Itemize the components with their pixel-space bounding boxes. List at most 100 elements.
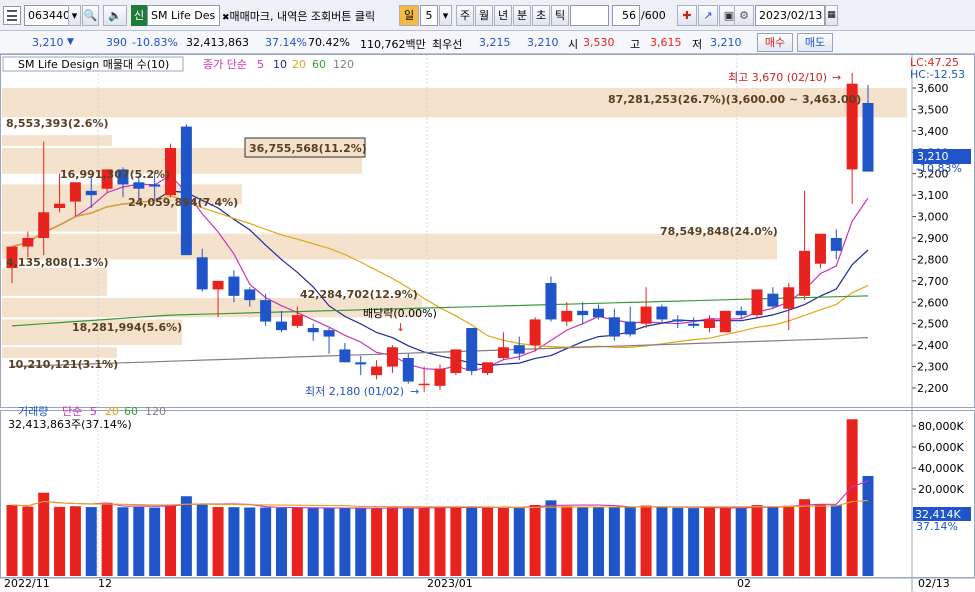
- blank-field[interactable]: [570, 5, 609, 26]
- volume-bar: [323, 508, 335, 576]
- hc-label: HC:-12.53: [910, 68, 965, 81]
- quote-ratio: 70.42%: [308, 36, 350, 49]
- sell-button[interactable]: 매도: [797, 33, 833, 52]
- settings-gear-icon[interactable]: ⚙: [734, 5, 754, 26]
- search-icon[interactable]: 🔍: [82, 5, 99, 26]
- speaker-icon[interactable]: 🔈: [103, 5, 127, 26]
- volume-bar: [402, 507, 414, 576]
- candle-body: [593, 308, 605, 318]
- volume-tick-label: 60,000K: [918, 441, 964, 454]
- volume-bar: [22, 506, 34, 576]
- open-price: 3,530: [583, 36, 615, 49]
- volume-bar: [814, 504, 826, 576]
- toolbar: 063440 ▾ 🔍 🔈 신 SM Life Des ✖매매마크, 내역은 조회…: [0, 0, 975, 31]
- count-input[interactable]: 56: [612, 5, 640, 26]
- price-tick-label: 3,600: [917, 82, 949, 95]
- volume-bar: [180, 496, 192, 576]
- price-tick-label: 2,400: [917, 339, 949, 352]
- ma-period-label: 10: [273, 58, 287, 71]
- volume-bar: [846, 419, 858, 576]
- quote-amount: 110,762백만: [360, 38, 426, 51]
- candle-body: [402, 358, 414, 382]
- volume-title: 거래량: [18, 405, 48, 418]
- calendar-icon[interactable]: ▦: [825, 5, 838, 26]
- volume-bar: [38, 492, 50, 576]
- profile-bar: [2, 347, 117, 358]
- volume-bar: [101, 502, 113, 576]
- volume-bars: [6, 419, 874, 576]
- trade-notice-text: 매매마크, 내역은 조회버튼 클릭: [229, 10, 376, 23]
- candle-body: [212, 280, 224, 290]
- x-axis-label: 02: [737, 577, 751, 590]
- candle-body: [38, 212, 50, 238]
- stock-name-field[interactable]: SM Life Des: [147, 5, 220, 26]
- down-arrow-icon: ▼: [67, 37, 74, 47]
- volume-ma-title: 단순: [62, 405, 82, 418]
- period-minute-button[interactable]: 분: [513, 5, 531, 26]
- trade-notice: ✖매매마크, 내역은 조회버튼 클릭: [222, 8, 375, 24]
- period-second-button[interactable]: 초: [532, 5, 550, 26]
- high-note: 최고 3,670 (02/10): [728, 71, 827, 84]
- current-volume-pct: 37.14%: [916, 520, 958, 533]
- low-arrow-icon: →: [410, 385, 419, 398]
- low-note: 최저 2,180 (01/02): [305, 385, 404, 398]
- volume-tick-label: 80,000K: [918, 420, 964, 433]
- candle-body: [703, 319, 715, 328]
- volume-bar: [339, 508, 351, 576]
- x-axis-label: 02/13: [918, 577, 950, 590]
- date-input[interactable]: 2023/02/13: [755, 5, 825, 26]
- code-dropdown-button[interactable]: ▾: [68, 5, 81, 26]
- period-week-button[interactable]: 주: [456, 5, 474, 26]
- volume-bar: [862, 475, 874, 576]
- volume-bar: [593, 507, 605, 576]
- candle-body: [783, 287, 795, 309]
- volume-bar: [767, 507, 779, 576]
- trend-tool-icon[interactable]: ↗: [698, 5, 718, 26]
- period-value-input[interactable]: 5: [420, 5, 438, 26]
- candle-body: [85, 190, 97, 196]
- profile-label-8: 18,281,994(5.6%): [72, 321, 182, 334]
- ask-price: 3,215: [479, 36, 511, 49]
- candle-body: [386, 347, 398, 367]
- candle-body: [355, 362, 367, 365]
- candle-body: [608, 317, 620, 337]
- period-month-button[interactable]: 월: [475, 5, 493, 26]
- stock-code-input[interactable]: 063440: [24, 5, 70, 26]
- period-tick-button[interactable]: 틱: [551, 5, 569, 26]
- low-price: 3,210: [710, 36, 742, 49]
- volume-bar: [85, 507, 97, 576]
- dividend-note: 배당락(0.00%): [363, 307, 437, 320]
- price-tick-label: 3,400: [917, 125, 949, 138]
- candle-body: [228, 276, 240, 296]
- profile-label-10: 8,553,393(2.6%): [6, 117, 109, 130]
- price-tick-label: 2,600: [917, 296, 949, 309]
- volume-bar: [577, 506, 589, 576]
- period-year-button[interactable]: 년: [494, 5, 512, 26]
- candle-body: [196, 257, 208, 290]
- price-chart[interactable]: SM Life Design 매물대 수(10) 종가 단순 5 10 20 60 120 L…: [0, 54, 975, 592]
- high-arrow-icon: →: [832, 71, 841, 84]
- candle-body: [672, 319, 684, 322]
- crosshair-icon[interactable]: ✚: [677, 5, 697, 26]
- candle-body: [767, 293, 779, 307]
- candle-body: [323, 330, 335, 337]
- volume-bar: [212, 507, 224, 576]
- candle-body: [513, 345, 525, 354]
- volume-ma-period: 60: [124, 405, 138, 418]
- volume-bar: [54, 506, 66, 576]
- period-dropdown-button[interactable]: ▾: [439, 5, 452, 26]
- candle-body: [275, 321, 287, 331]
- ma-title: 종가 단순: [203, 58, 247, 71]
- period-day-button[interactable]: 일: [399, 5, 419, 26]
- profile-label-3: 24,059,894(7.4%): [128, 196, 238, 209]
- volume-bar: [529, 504, 541, 576]
- volume-tick-label: 20,000K: [918, 483, 964, 496]
- volume-bar: [640, 505, 652, 576]
- volume-bar: [799, 499, 811, 576]
- volume-bar: [719, 507, 731, 576]
- menu-icon[interactable]: [3, 6, 21, 25]
- volume-bar: [672, 507, 684, 576]
- candle-body: [54, 203, 66, 208]
- buy-button[interactable]: 매수: [757, 33, 793, 52]
- volume-bar: [6, 504, 18, 576]
